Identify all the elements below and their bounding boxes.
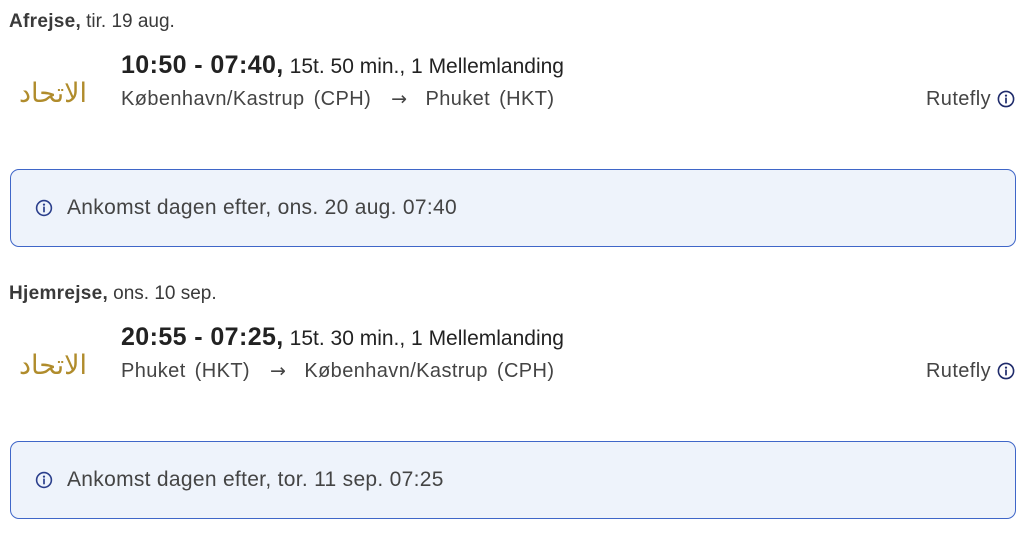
segment-date: ons. 10 sep. <box>113 283 217 304</box>
arrow-right-icon: → <box>391 88 408 110</box>
return-segment: Hjemrejse, ons. 10 sep. الاتحاد 20:55 - 0… <box>0 272 1024 522</box>
destination-code: (CPH) <box>496 360 555 382</box>
segment-header: Afrejse, tir. 19 aug. <box>9 10 175 34</box>
destination-code: (HKT) <box>499 88 555 110</box>
segment-date: tir. 19 aug. <box>86 11 175 32</box>
flight-type-label: Rutefly <box>925 87 991 110</box>
flight-route: Phuket (HKT) → København/Kastrup (CPH) <box>121 358 554 384</box>
segment-header: Hjemrejse, ons. 10 sep. <box>9 282 217 306</box>
flight-type-info[interactable]: Rutefly <box>926 86 1015 112</box>
outbound-segment: Afrejse, tir. 19 aug. الاتحاد 10:50 - 07:… <box>0 0 1024 250</box>
airline-logo: الاتحاد <box>12 74 94 114</box>
flight-route: København/Kastrup (CPH) → Phuket (HKT) <box>121 86 554 112</box>
segment-direction: Hjemrejse, <box>9 283 109 304</box>
flight-times: 20:55 - 07:25, <box>121 323 284 351</box>
origin-name: København/Kastrup <box>121 88 305 110</box>
origin-code: (CPH) <box>313 88 372 110</box>
flight-summary: 20:55 - 07:25, 15t. 30 min., 1 Mellemland… <box>121 322 564 356</box>
arrival-notice: Ankomst dagen efter, ons. 20 aug. 07:40 <box>10 169 1016 247</box>
segment-direction: Afrejse, <box>9 11 82 32</box>
airline-logo-text: الاتحاد <box>18 78 88 109</box>
flight-duration-stops: 15t. 30 min., 1 Mellemlanding <box>289 327 564 350</box>
info-circle-icon[interactable] <box>997 362 1015 380</box>
arrival-notice: Ankomst dagen efter, tor. 11 sep. 07:25 <box>10 441 1016 519</box>
destination-name: København/Kastrup <box>304 360 488 382</box>
arrival-notice-text: Ankomst dagen efter, tor. 11 sep. 07:25 <box>67 468 444 491</box>
info-circle-icon <box>35 471 53 489</box>
flight-type-info[interactable]: Rutefly <box>926 358 1015 384</box>
info-circle-icon[interactable] <box>997 90 1015 108</box>
info-circle-icon <box>35 199 53 217</box>
origin-name: Phuket <box>121 360 186 382</box>
origin-code: (HKT) <box>194 360 250 382</box>
flight-duration-stops: 15t. 50 min., 1 Mellemlanding <box>289 55 564 78</box>
flight-type-label: Rutefly <box>925 359 991 382</box>
arrow-right-icon: → <box>270 360 287 382</box>
flight-times: 10:50 - 07:40, <box>121 51 284 79</box>
flight-summary: 10:50 - 07:40, 15t. 50 min., 1 Mellemland… <box>121 50 564 84</box>
airline-logo-text: الاتحاد <box>18 350 88 381</box>
airline-logo: الاتحاد <box>12 346 94 386</box>
arrival-notice-text: Ankomst dagen efter, ons. 20 aug. 07:40 <box>67 196 457 219</box>
destination-name: Phuket <box>425 88 491 110</box>
